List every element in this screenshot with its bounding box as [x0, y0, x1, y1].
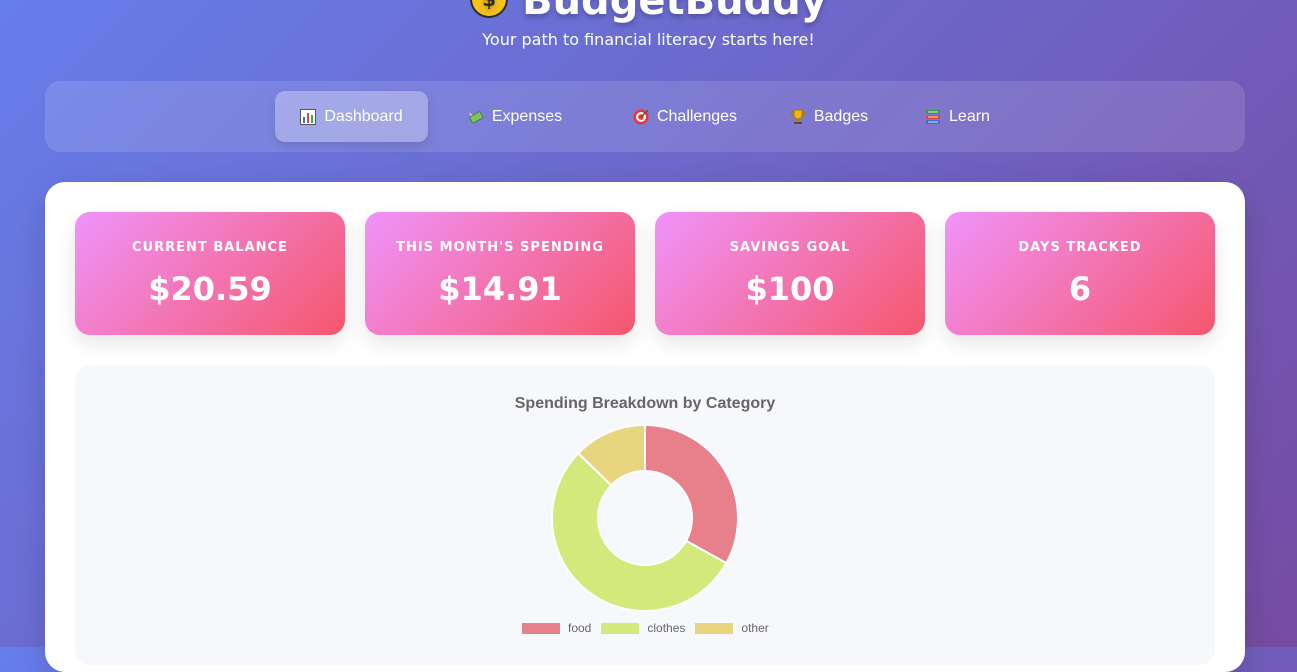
stat-label: Days Tracked: [1018, 240, 1142, 255]
tab-dashboard[interactable]: Dashboard: [275, 91, 428, 142]
legend-item-other[interactable]: other: [695, 621, 769, 635]
stat-card-current-balance: Current Balance $20.59: [75, 212, 345, 335]
main-nav: Dashboard Expenses Challenges Badges Lea…: [45, 81, 1245, 152]
books-icon: [925, 109, 941, 125]
app-title-text: BudgetBuddy: [522, 0, 827, 24]
stat-value: 6: [1068, 270, 1092, 308]
tab-badges-label: Badges: [813, 107, 869, 125]
tab-expenses-label: Expenses: [491, 107, 563, 125]
donut-slice-food[interactable]: [644, 423, 739, 565]
tab-badges[interactable]: Badges: [773, 91, 885, 142]
tagline: Your path to financial literacy starts h…: [482, 30, 815, 49]
stat-card-savings-goal: Savings Goal $100: [655, 212, 925, 335]
trophy-icon: [790, 109, 806, 125]
dashboard-card: Current Balance $20.59 This Month's Spen…: [45, 182, 1245, 672]
stat-card-days-tracked: Days Tracked 6: [945, 212, 1215, 335]
chart-legend: food clothes other: [522, 621, 779, 635]
app-title: $ BudgetBuddy: [0, 0, 1297, 24]
tab-challenges-label: Challenges: [656, 107, 738, 125]
legend-label: other: [741, 621, 769, 635]
legend-item-clothes[interactable]: clothes: [601, 621, 685, 635]
legend-label: food: [568, 621, 592, 635]
legend-swatch: [522, 622, 560, 634]
stat-label: This Month's Spending: [396, 240, 604, 255]
stat-label: Current Balance: [132, 240, 288, 255]
stat-card-monthly-spending: This Month's Spending $14.91: [365, 212, 635, 335]
app-header: $ BudgetBuddy Your path to financial lite…: [0, 0, 1297, 60]
tab-learn[interactable]: Learn: [905, 91, 1010, 142]
legend-swatch: [601, 622, 640, 634]
stat-value: $20.59: [148, 270, 272, 308]
stat-label: Savings Goal: [729, 240, 851, 255]
legend-item-food[interactable]: food: [522, 621, 591, 635]
spending-chart-panel: Spending Breakdown by Category food cloth…: [75, 365, 1215, 665]
legend-swatch: [695, 622, 734, 634]
stat-value: $100: [745, 270, 835, 308]
legend-label: clothes: [647, 621, 686, 635]
money-bag-icon: $: [470, 0, 509, 18]
money-wings-icon: [468, 109, 484, 125]
tab-dashboard-label: Dashboard: [324, 107, 403, 125]
tab-learn-label: Learn: [949, 107, 990, 125]
tab-expenses[interactable]: Expenses: [440, 91, 590, 142]
stat-value: $14.91: [438, 270, 562, 308]
bar-chart-icon: [300, 108, 317, 125]
tab-challenges[interactable]: Challenges: [600, 91, 770, 142]
target-icon: [633, 109, 649, 125]
spending-donut-chart: [551, 423, 739, 612]
